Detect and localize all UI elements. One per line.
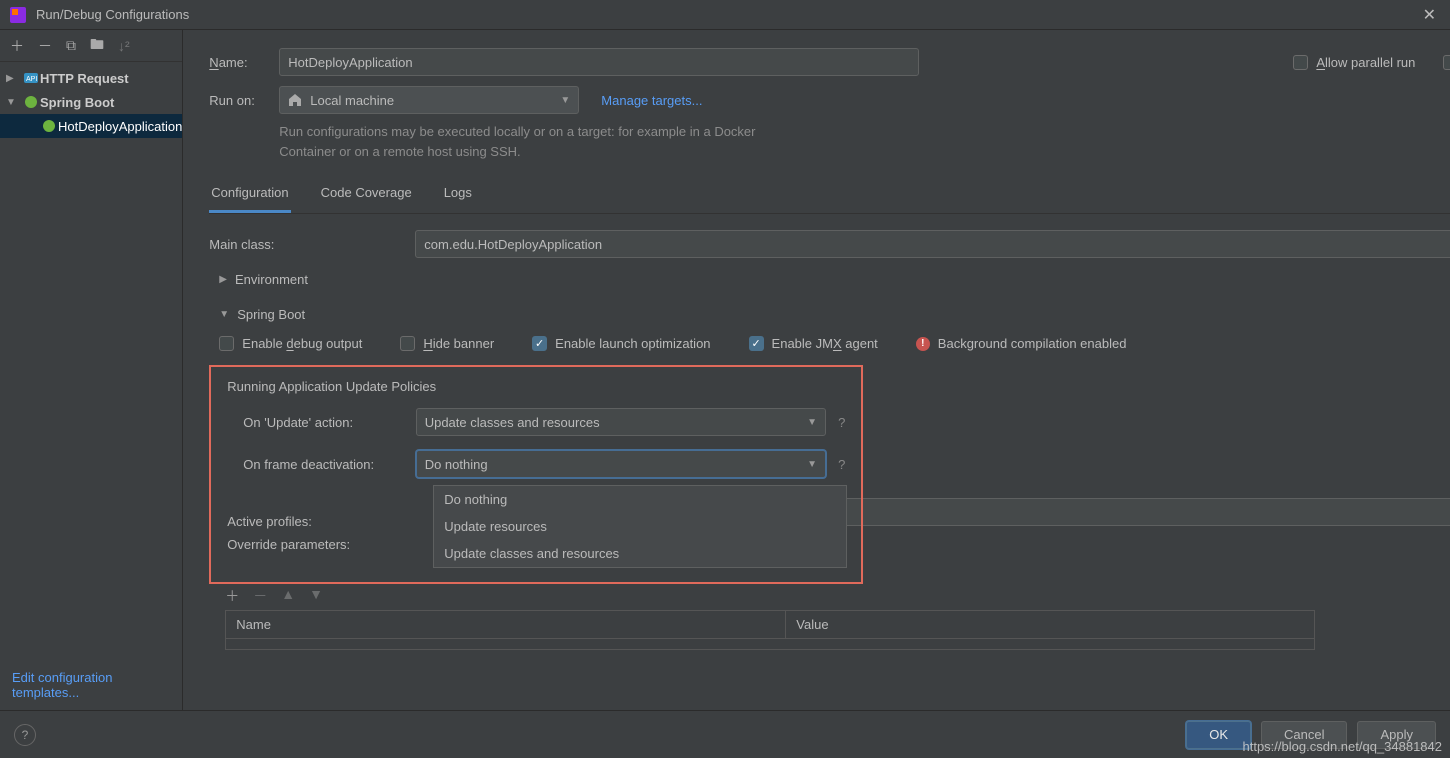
titlebar: Run/Debug Configurations ✕: [0, 0, 1450, 30]
name-label: Name:: [209, 55, 279, 70]
bg-compilation-warning: !Background compilation enabled: [916, 336, 1127, 351]
tree-item-http-request[interactable]: ▶ API HTTP Request: [0, 66, 182, 90]
edit-templates-link[interactable]: Edit configuration templates...: [12, 670, 112, 700]
spring-boot-icon: [22, 95, 40, 109]
on-update-select[interactable]: Update classes and resources▼: [416, 408, 826, 436]
dialog-footer: ? OK Cancel Apply: [0, 710, 1450, 758]
active-profiles-label: Active profiles:: [227, 514, 427, 529]
name-input[interactable]: [279, 48, 919, 76]
dropdown-option[interactable]: Update resources: [434, 513, 846, 540]
dropdown-option[interactable]: Update classes and resources: [434, 540, 846, 567]
sort-config-icon[interactable]: ↓²: [118, 38, 130, 54]
window-title: Run/Debug Configurations: [36, 7, 1419, 22]
sidebar-toolbar: ＋ － ⧉ 🖿 ↓²: [0, 30, 182, 62]
on-frame-label: On frame deactivation:: [243, 457, 415, 472]
watermark: https://blog.csdn.net/qq_34881842: [1243, 739, 1443, 754]
intellij-logo-icon: [10, 7, 26, 23]
param-remove-icon[interactable]: －: [253, 586, 267, 606]
sidebar: ＋ － ⧉ 🖿 ↓² ▶ API HTTP Request ▼ Spring B…: [0, 30, 183, 710]
override-params-label: Override parameters:: [227, 537, 427, 552]
launch-optimization-checkbox[interactable]: Enable launch optimization: [532, 336, 710, 351]
remove-config-icon[interactable]: －: [38, 36, 52, 56]
run-on-hint: Run configurations may be executed local…: [279, 122, 799, 161]
run-on-label: Run on:: [209, 93, 279, 108]
help-button[interactable]: ?: [14, 724, 36, 746]
ok-button[interactable]: OK: [1186, 721, 1251, 749]
tree-item-hotdeployapplication[interactable]: HotDeployApplication: [0, 114, 182, 138]
manage-targets-link[interactable]: Manage targets...: [601, 93, 702, 108]
spring-boot-icon: [40, 119, 58, 133]
main-class-label: Main class:: [209, 237, 409, 252]
tab-logs[interactable]: Logs: [442, 179, 474, 213]
tabs: Configuration Code Coverage Logs: [209, 179, 1450, 214]
tree-item-spring-boot[interactable]: ▼ Spring Boot: [0, 90, 182, 114]
hide-banner-checkbox[interactable]: Hide banner: [400, 336, 494, 351]
warning-dot-icon: !: [916, 337, 930, 351]
on-frame-select[interactable]: Do nothing▼: [416, 450, 826, 478]
enable-debug-checkbox[interactable]: Enable debug output: [219, 336, 362, 351]
param-col-value: Value: [786, 611, 1314, 638]
allow-parallel-checkbox[interactable]: Allow parallel run: [1293, 55, 1415, 70]
http-request-icon: API: [22, 70, 40, 86]
param-col-name: Name: [226, 611, 786, 638]
environment-section[interactable]: ▶Environment: [219, 272, 1450, 287]
close-icon[interactable]: ✕: [1419, 5, 1440, 25]
param-down-icon[interactable]: ▼: [309, 586, 323, 606]
add-config-icon[interactable]: ＋: [10, 36, 24, 56]
run-on-select[interactable]: Local machine ▼: [279, 86, 579, 114]
config-tree: ▶ API HTTP Request ▼ Spring Boot HotDepl…: [0, 62, 182, 660]
dropdown-option[interactable]: Do nothing: [434, 486, 846, 513]
home-icon: [288, 93, 302, 107]
svg-text:API: API: [26, 76, 37, 83]
tab-configuration[interactable]: Configuration: [209, 179, 290, 213]
param-add-icon[interactable]: ＋: [225, 586, 239, 606]
on-update-label: On 'Update' action:: [243, 415, 415, 430]
copy-config-icon[interactable]: ⧉: [66, 37, 76, 54]
update-policies-box: Running Application Update Policies On '…: [209, 365, 863, 584]
save-config-icon[interactable]: 🖿: [90, 34, 104, 58]
help-icon[interactable]: ?: [838, 415, 845, 430]
help-icon[interactable]: ?: [838, 457, 845, 472]
param-up-icon[interactable]: ▲: [281, 586, 295, 606]
on-frame-dropdown: Do nothing Update resources Update class…: [433, 485, 847, 568]
policies-title: Running Application Update Policies: [227, 379, 845, 394]
store-project-file-checkbox[interactable]: Store as project file: [1443, 55, 1450, 70]
spring-boot-section[interactable]: ▼Spring Boot: [219, 307, 1450, 322]
tab-code-coverage[interactable]: Code Coverage: [319, 179, 414, 213]
jmx-agent-checkbox[interactable]: Enable JMX agent: [749, 336, 878, 351]
main-class-input[interactable]: [415, 230, 1450, 258]
override-params-table: Name Value: [225, 610, 1315, 650]
